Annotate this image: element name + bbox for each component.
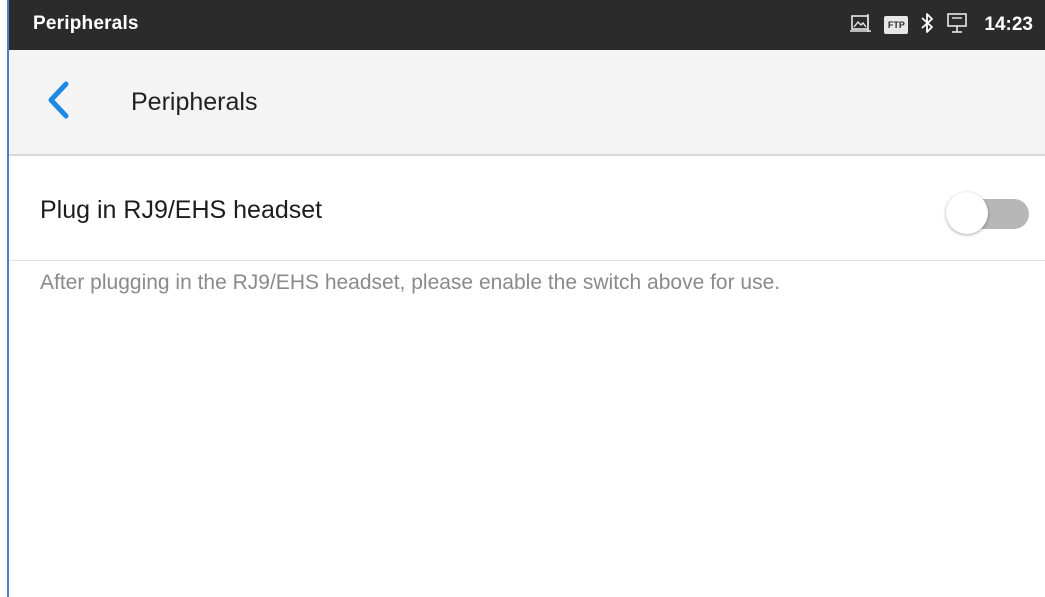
page-title: Peripherals [131,88,258,116]
frame-edge [7,0,9,597]
headset-setting-label: Plug in RJ9/EHS headset [40,196,323,224]
status-icons: FTP 14:23 [850,9,1033,41]
chevron-left-icon [46,80,72,125]
ftp-icon: FTP [884,16,909,34]
screenshot-icon [850,13,872,38]
headset-setting-row[interactable]: Plug in RJ9/EHS headset [7,156,1045,261]
screen: Peripherals FTP 14:23 Peripherals Plug i… [7,0,1045,597]
switch-thumb [946,192,988,234]
headset-setting-hint: After plugging in the RJ9/EHS headset, p… [40,271,781,294]
app-bar: Peripherals [7,50,1045,156]
status-bar-clock: 14:23 [984,14,1033,35]
network-icon [946,12,968,39]
bluetooth-icon [920,12,934,39]
status-bar-app-title: Peripherals [33,13,139,34]
back-button[interactable] [35,78,83,126]
headset-toggle-switch[interactable] [945,192,1033,236]
status-bar: Peripherals FTP 14:23 [7,0,1045,50]
